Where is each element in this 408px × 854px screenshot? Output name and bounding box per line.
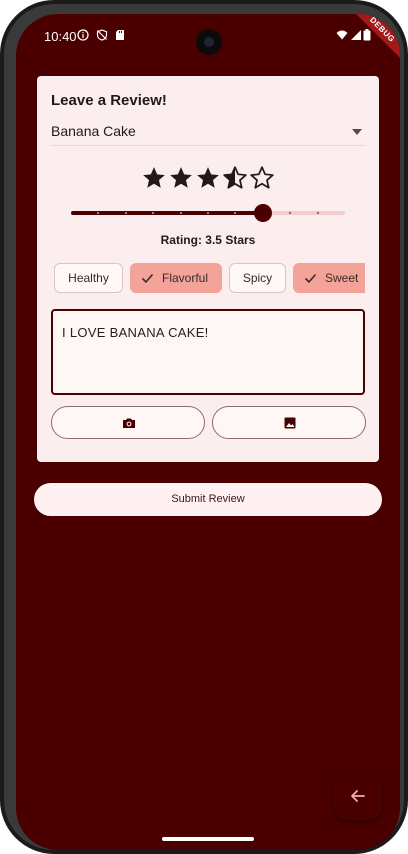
- back-fab[interactable]: [334, 772, 382, 820]
- sd-card-icon: [116, 30, 124, 40]
- chip-spicy[interactable]: Spicy: [229, 263, 286, 293]
- star-empty-icon: [250, 166, 274, 189]
- review-text-field[interactable]: I LOVE BANANA CAKE!: [51, 309, 365, 395]
- shield-off-icon: [96, 29, 108, 41]
- status-bar: 10:40 DEBUG: [16, 14, 400, 64]
- cake-dropdown[interactable]: Banana Cake: [51, 121, 365, 146]
- card-title: Leave a Review!: [51, 92, 167, 109]
- camera-icon: [123, 418, 135, 428]
- slider-tick: [179, 212, 182, 214]
- dropdown-selected-value: Banana Cake: [51, 123, 136, 139]
- check-icon: [141, 273, 154, 284]
- front-camera: [196, 29, 222, 55]
- info-icon: [77, 29, 89, 41]
- star-full-icon: [143, 167, 165, 188]
- slider-tick: [207, 212, 209, 214]
- review-card: Leave a Review! Banana Cake Rating: 3.5 …: [37, 76, 379, 462]
- chip-sweet[interactable]: Sweet: [293, 263, 365, 293]
- chip-label: Healthy: [68, 271, 109, 285]
- check-icon: [304, 273, 317, 284]
- arrow-back-icon: [351, 790, 365, 802]
- battery-icon: [363, 29, 371, 41]
- chip-label: Flavorful: [162, 271, 209, 285]
- star-full-icon: [170, 167, 192, 188]
- review-text: I LOVE BANANA CAKE!: [62, 325, 209, 340]
- submit-review-button[interactable]: Submit Review: [34, 483, 382, 516]
- star-rating: [141, 165, 277, 191]
- star-half-icon: [223, 166, 247, 189]
- take-photo-button[interactable]: [51, 406, 205, 439]
- arrow-drop-down-icon: [352, 129, 362, 135]
- home-indicator[interactable]: [162, 837, 254, 841]
- phone-bezel: 10:40 DEBUG Leave a Review! Banana Cake …: [4, 4, 404, 850]
- chip-healthy[interactable]: Healthy: [54, 263, 123, 293]
- image-icon: [284, 417, 296, 429]
- signal-icon: [351, 30, 361, 40]
- camera-lens: [204, 37, 214, 47]
- phone-frame: 10:40 DEBUG Leave a Review! Banana Cake …: [0, 0, 408, 854]
- pick-image-button[interactable]: [212, 406, 366, 439]
- chip-label: Sweet: [325, 271, 359, 285]
- status-time: 10:40: [44, 29, 77, 44]
- chip-flavorful[interactable]: Flavorful: [130, 263, 222, 293]
- slider-thumb[interactable]: [253, 204, 272, 222]
- rating-label: Rating: 3.5 Stars: [160, 233, 256, 247]
- wifi-icon: [336, 30, 348, 40]
- slider-tick: [316, 212, 319, 214]
- app-screen: 10:40 DEBUG Leave a Review! Banana Cake …: [16, 14, 400, 850]
- rating-slider[interactable]: [57, 201, 357, 225]
- slider-inactive-track: [262, 211, 345, 215]
- star-full-icon: [197, 167, 219, 188]
- slider-tick: [124, 212, 127, 214]
- chip-label: Spicy: [242, 271, 273, 285]
